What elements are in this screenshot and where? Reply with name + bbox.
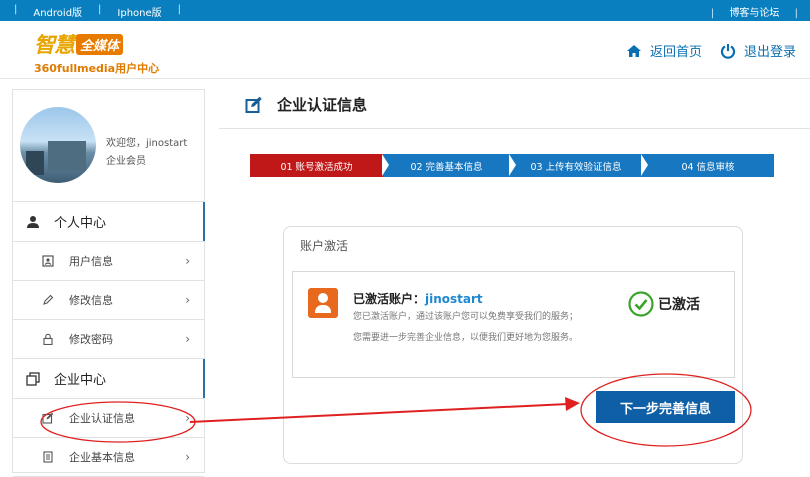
- id-card-icon: [42, 255, 54, 267]
- logo-text-primary: 智慧: [34, 32, 75, 57]
- logo-subtitle: 360fullmedia用户中心: [34, 62, 160, 75]
- blog-forum-link[interactable]: 博客与论坛: [723, 8, 785, 19]
- sidebar-item-enterprise-basic-info[interactable]: 企业基本信息 ›: [13, 438, 204, 477]
- panel-title: 账户激活: [300, 239, 349, 253]
- step-label: 03 上传有效验证信息: [530, 161, 622, 173]
- user-icon: [27, 215, 39, 228]
- document-icon: [43, 451, 53, 463]
- status-text: 已激活: [658, 297, 700, 313]
- sidebar-item-label: 修改密码: [69, 333, 113, 346]
- home-label: 返回首页: [649, 45, 702, 60]
- sidebar-item-label: 企业认证信息: [69, 412, 135, 425]
- edit-icon: [245, 96, 262, 113]
- step-4: 04 信息审核: [642, 154, 774, 177]
- step-3: 03 上传有效验证信息: [510, 154, 648, 177]
- chevron-right-icon: ›: [185, 411, 190, 425]
- home-icon: [626, 44, 641, 57]
- status-badge: 已激活: [628, 291, 700, 317]
- copy-icon: [26, 371, 40, 386]
- home-button[interactable]: 返回首页: [626, 41, 702, 60]
- personal-center-label: 个人中心: [54, 216, 107, 231]
- step-label: 02 完善基本信息: [410, 161, 483, 173]
- member-type: 企业会员: [106, 156, 146, 167]
- sidebar-item-label: 修改信息: [69, 294, 113, 307]
- chevron-right-icon: ›: [185, 254, 190, 268]
- activated-account-line: 已激活账户：jinostart: [353, 290, 483, 307]
- activation-info-box: 已激活账户：jinostart 您已激活账户，通过该账户您可以免费享受我们的服务…: [292, 271, 735, 378]
- personal-center-header[interactable]: 个人中心: [13, 202, 205, 242]
- step-1: 01 账号激活成功: [250, 154, 389, 177]
- chevron-right-icon: ›: [185, 293, 190, 307]
- activated-prefix: 已激活账户：: [353, 292, 426, 306]
- next-step-button[interactable]: 下一步完善信息: [596, 391, 735, 423]
- title-divider: [219, 128, 810, 129]
- header-divider: [0, 78, 810, 79]
- description-line-1: 您已激活账户，通过该账户您可以免费享受我们的服务；: [353, 312, 579, 322]
- avatar[interactable]: [20, 107, 96, 183]
- logo[interactable]: 智慧 全媒体 360fullmedia用户中心: [34, 30, 174, 75]
- profile-card: 欢迎您，jinostart 企业会员: [13, 90, 204, 202]
- enterprise-center-label: 企业中心: [54, 373, 107, 388]
- page-title-text: 企业认证信息: [277, 96, 368, 114]
- sidebar-item-label: 用户信息: [69, 255, 113, 268]
- sidebar-item-enterprise-certification[interactable]: 企业认证信息 ›: [13, 399, 204, 438]
- user-icon: [308, 288, 338, 318]
- sidebar-item-edit-info[interactable]: 修改信息 ›: [13, 281, 204, 320]
- separator: |: [177, 4, 182, 15]
- logout-button[interactable]: 退出登录: [720, 41, 796, 60]
- progress-steps: 01 账号激活成功 02 完善基本信息 03 上传有效验证信息 04 信息审核: [250, 154, 774, 177]
- top-bar: | Android版 | Iphone版 | | 博客与论坛 |: [0, 0, 810, 21]
- pencil-icon: [43, 294, 54, 305]
- lock-icon: [43, 333, 53, 345]
- account-activation-panel: 账户激活 已激活账户：jinostart 您已激活账户，通过该账户您可以免费享受…: [283, 226, 743, 464]
- chevron-right-icon: ›: [185, 450, 190, 464]
- separator: |: [710, 8, 715, 19]
- separator: |: [794, 8, 798, 19]
- edit-icon: [42, 412, 54, 424]
- sidebar: 欢迎您，jinostart 企业会员 个人中心 用户信息 › 修改信息 › 修改…: [12, 89, 205, 477]
- welcome-text: 欢迎您，jinostart: [106, 138, 188, 149]
- step-2: 02 完善基本信息: [383, 154, 516, 177]
- step-label: 04 信息审核: [681, 161, 735, 173]
- sidebar-item-label: 企业基本信息: [69, 451, 135, 464]
- header: 智慧 全媒体 360fullmedia用户中心 返回首页 退出登录: [0, 21, 810, 79]
- sidebar-item-user-info[interactable]: 用户信息 ›: [13, 242, 204, 281]
- enterprise-center-header[interactable]: 企业中心: [13, 359, 205, 399]
- chevron-right-icon: ›: [185, 332, 190, 346]
- logo-text-badge: 全媒体: [76, 33, 124, 55]
- check-circle-icon: [628, 291, 654, 317]
- separator: |: [98, 4, 102, 15]
- logout-label: 退出登录: [743, 45, 796, 60]
- separator: |: [14, 4, 18, 15]
- page-title: 企业认证信息: [245, 94, 367, 115]
- step-label: 01 账号激活成功: [280, 161, 353, 173]
- username: jinostart: [425, 292, 483, 306]
- iphone-link[interactable]: Iphone版: [109, 4, 169, 19]
- android-link[interactable]: Android版: [25, 4, 90, 19]
- sidebar-item-change-password[interactable]: 修改密码 ›: [13, 320, 204, 359]
- power-icon: [720, 43, 736, 59]
- description-line-2: 您需要进一步完善企业信息，以便我们更好地为您服务。: [353, 333, 579, 343]
